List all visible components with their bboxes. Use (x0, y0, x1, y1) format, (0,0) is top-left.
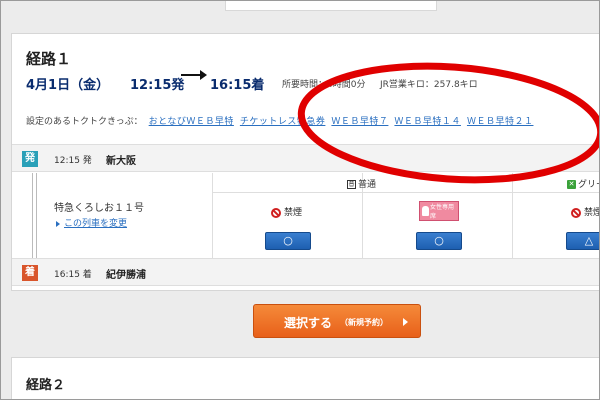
chevron-right-icon (403, 318, 408, 326)
women-only-seat-badge: 女性専用席 (419, 201, 459, 221)
arrival-badge: 着 (22, 265, 38, 281)
route-card-2: 経路２ (11, 357, 599, 399)
arrival-time: 16:15着 (210, 78, 265, 93)
distance: JR営業キロ：257.8キロ (380, 80, 478, 90)
no-smoking-icon (571, 207, 581, 218)
departure-station: 新大阪 (106, 156, 136, 167)
route-summary: 4月1日（金） 12:15発 16:15着 所要時間：4時間0分 JR営業キロ：… (26, 70, 599, 93)
route-card-1: 経路１ 4月1日（金） 12:15発 16:15着 所要時間：4時間0分 JR営… (11, 33, 599, 291)
ticket-link-ticketless[interactable]: チケットレス特急券 (240, 117, 326, 127)
route-2-title: 経路２ (26, 378, 66, 393)
arrival-row: 着 16:15 着 紀伊勝浦 (12, 258, 599, 286)
discount-tickets: 設定のあるトクトクきっぷ： おとなびＷＥＢ早特 チケットレス特急券 ＷＥＢ早特７ ＷＥＢ… (26, 114, 533, 127)
discount-tickets-label: 設定のあるトクトクきっぷ： (26, 117, 143, 127)
screenshot-frame: 経路１ 4月1日（金） 12:15発 16:15着 所要時間：4時間0分 JR営… (0, 0, 600, 400)
women-only-label: 女性専用席 (430, 204, 455, 220)
route-rail (32, 173, 37, 258)
seat-select-button-3[interactable]: △ (566, 232, 599, 250)
change-train-label: この列車を変更 (64, 219, 128, 229)
train-name: 特急くろしお１１号 (54, 203, 144, 214)
departure-row: 発 12:15 発 新大阪 (12, 144, 599, 172)
travel-date: 4月1日（金） (26, 78, 110, 93)
arrival-station: 紀伊勝浦 (106, 270, 146, 281)
triangle-right-icon (56, 220, 60, 227)
arrow-right-icon (181, 70, 207, 80)
seat-col-2: 普普通 女性専用席 ○ (347, 173, 512, 258)
duration: 所要時間：4時間0分 (282, 80, 366, 90)
no-smoking-icon (271, 207, 281, 218)
ticket-link-otonabi[interactable]: おとなびＷＥＢ早特 (149, 117, 234, 127)
seat-col-1: 禁煙 ○ (212, 173, 362, 258)
seat-col-3: ✕グリー 禁煙 △ (512, 173, 599, 258)
departure-badge: 発 (22, 151, 38, 167)
change-train-link[interactable]: この列車を変更 (56, 216, 127, 229)
seat-type-1: 禁煙 (271, 205, 302, 218)
woman-icon (422, 206, 429, 216)
train-segment: 特急くろしお１１号 この列車を変更 禁煙 ○ 普普通 女性専用席 ○ ✕グリー … (12, 173, 599, 258)
ticket-link-web14[interactable]: ＷＥＢ早特１４ (394, 117, 461, 127)
seat-type-3: 禁煙 (571, 205, 599, 218)
departure-row-time: 12:15 発 (54, 156, 92, 166)
arrival-row-time: 16:15 着 (54, 270, 92, 280)
seat-select-button-1[interactable]: ○ (265, 232, 311, 250)
ticket-link-web21[interactable]: ＷＥＢ早特２１ (467, 117, 534, 127)
top-tab (225, 1, 437, 11)
route-title: 経路１ (26, 50, 72, 68)
departure-time: 12:15発 (130, 78, 185, 93)
select-button-sublabel: （新規予約） (340, 318, 388, 327)
ordinary-car-label: 普通 (358, 180, 377, 190)
green-car-label: グリー (578, 180, 599, 190)
green-car-icon: ✕ (567, 180, 576, 189)
seat-select-button-2[interactable]: ○ (416, 232, 462, 250)
seat-type-1-label: 禁煙 (284, 208, 303, 218)
ordinary-car-icon: 普 (347, 180, 356, 189)
select-button-label: 選択する (284, 316, 333, 330)
ordinary-car-header: 普普通 (347, 177, 376, 190)
seat-grid: 禁煙 ○ 普普通 女性専用席 ○ ✕グリー 禁煙 △ (212, 173, 599, 258)
ticket-link-web7[interactable]: ＷＥＢ早特７ (331, 117, 388, 127)
seat-type-3-label: 禁煙 (584, 208, 599, 218)
select-route-button[interactable]: 選択する （新規予約） (253, 304, 421, 338)
green-car-header: ✕グリー (567, 177, 599, 190)
